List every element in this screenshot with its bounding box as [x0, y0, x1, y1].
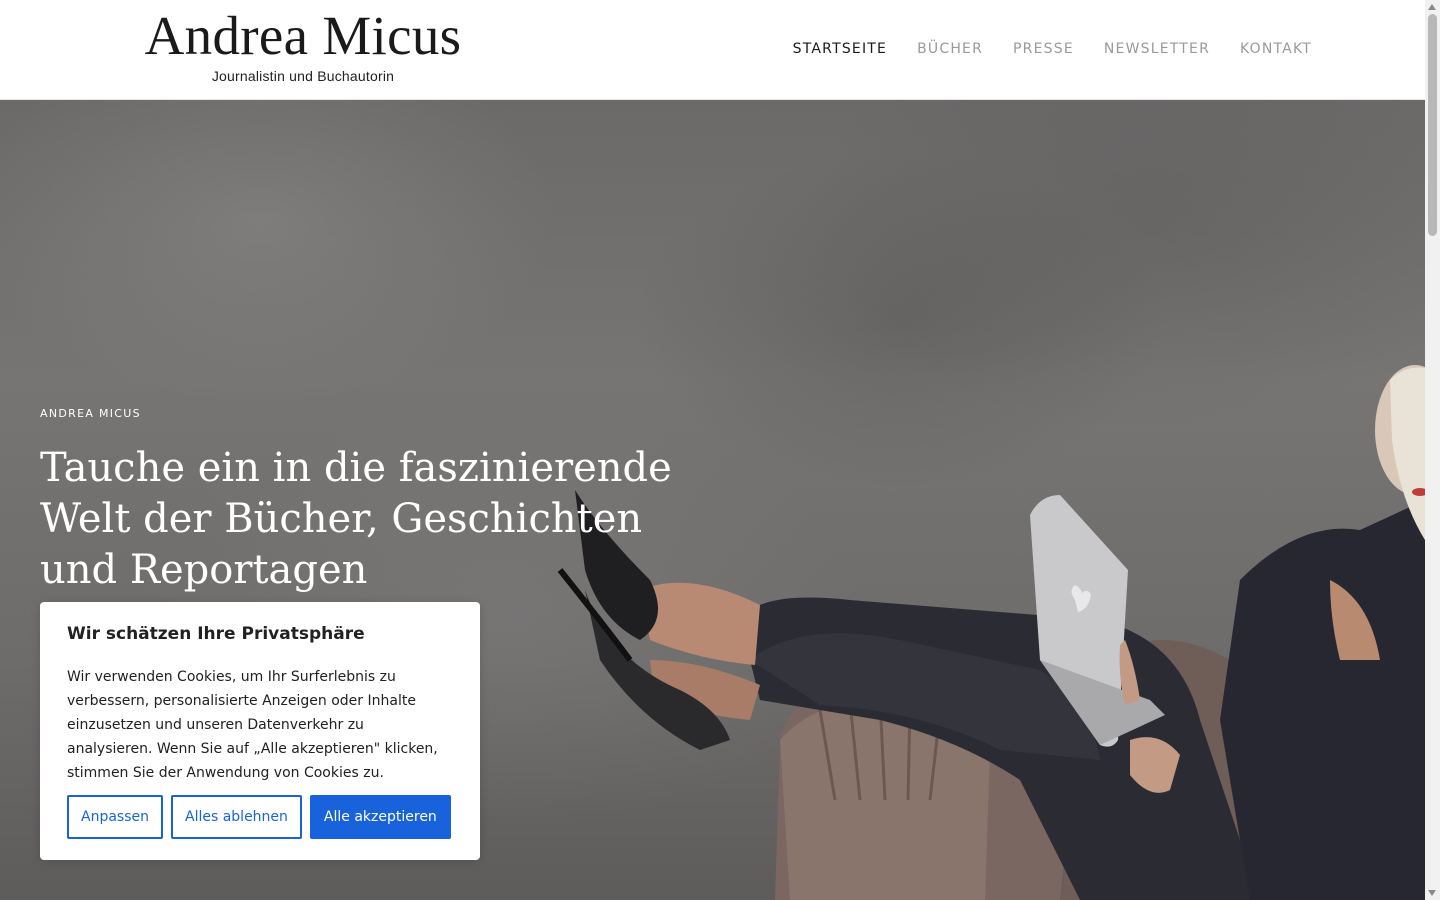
nav-item-presse[interactable]: PRESSE — [1013, 41, 1074, 57]
nav-item-startseite[interactable]: STARTSEITE — [793, 41, 887, 57]
customize-button[interactable]: Anpassen — [67, 795, 163, 839]
hero-headline-line: Tauche ein in die faszinierende — [40, 445, 672, 491]
logo-title: Andrea Micus — [144, 5, 462, 66]
cookie-consent-banner: Wir schätzen Ihre Privatsphäre Wir verwe… — [40, 602, 480, 860]
logo-subtitle: Journalistin und Buchautorin — [211, 68, 395, 84]
nav-item-newsletter[interactable]: NEWSLETTER — [1104, 41, 1210, 57]
main-nav: STARTSEITE BÜCHER PRESSE NEWSLETTER KONT… — [793, 41, 1312, 57]
hero-headline: Tauche ein in die faszinierende Welt der… — [40, 443, 680, 596]
hero-eyebrow: ANDREA MICUS — [40, 407, 141, 420]
hero-headline-line: und Reportagen — [40, 547, 368, 593]
site-logo[interactable]: Andrea Micus Journalistin und Buchautori… — [133, 5, 473, 85]
scroll-up-arrow-icon[interactable] — [1428, 4, 1436, 10]
nav-item-kontakt[interactable]: KONTAKT — [1240, 41, 1312, 57]
cookie-banner-text: Wir verwenden Cookies, um Ihr Surferlebn… — [67, 669, 438, 781]
hero-headline-line: Welt der Bücher, Geschichten — [40, 496, 643, 542]
scrollbar-thumb[interactable] — [1428, 14, 1437, 236]
site-header: Andrea Micus Journalistin und Buchautori… — [0, 0, 1425, 100]
cookie-banner-title: Wir schätzen Ihre Privatsphäre — [67, 624, 365, 644]
cookie-button-group: Anpassen Alles ablehnen Alle akzeptieren — [67, 795, 451, 839]
nav-item-buecher[interactable]: BÜCHER — [917, 41, 983, 57]
reject-all-button[interactable]: Alles ablehnen — [171, 795, 302, 839]
scroll-down-arrow-icon[interactable] — [1428, 890, 1436, 896]
accept-all-button[interactable]: Alle akzeptieren — [309, 795, 451, 839]
page-scrollbar[interactable] — [1425, 0, 1440, 900]
